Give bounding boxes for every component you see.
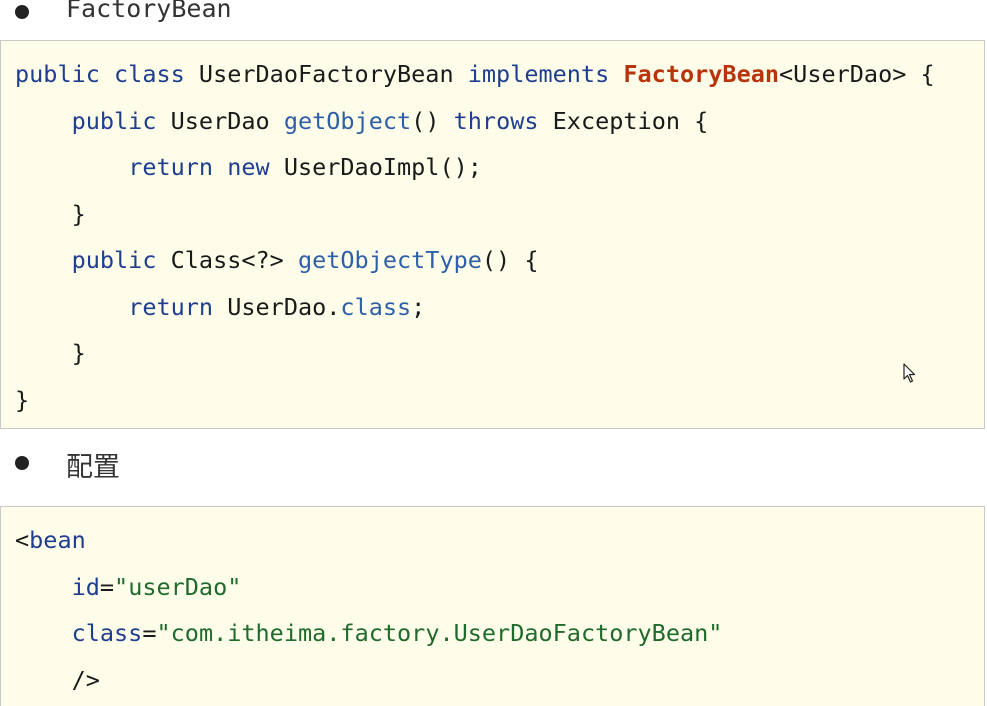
code-line: } (15, 338, 86, 368)
code-token: UserDaoImpl(); (269, 153, 482, 181)
code-line: } (15, 385, 29, 415)
code-token: = (142, 619, 157, 647)
code-token: return (128, 292, 214, 321)
code-token: getObject (283, 106, 412, 135)
code-token: /> (15, 665, 100, 694)
code-token: < (15, 526, 30, 554)
code-token: bean (29, 526, 86, 554)
code-line: id="userDao" (15, 572, 242, 602)
bullet-dot-icon (15, 456, 29, 470)
section-heading: 配置 (66, 452, 120, 483)
code-line: <bean (15, 525, 86, 555)
code-line: /> (15, 665, 100, 695)
code-token: throws (453, 106, 539, 135)
code-token: FactoryBean (623, 60, 780, 88)
code-token: return new (128, 153, 270, 181)
code-token: UserDao (156, 106, 284, 135)
code-token: <UserDao> { (779, 60, 935, 88)
section-heading: FactoryBean (66, 0, 232, 23)
code-line: return UserDao.class; (15, 292, 425, 322)
code-line: return new UserDaoImpl(); (15, 152, 482, 182)
code-line: } (15, 199, 86, 229)
bullet-item-factorybean: FactoryBean (0, 0, 987, 40)
code-token: () { (481, 246, 539, 274)
code-token: id (71, 572, 100, 601)
code-line: public class UserDaoFactoryBean implemen… (15, 59, 935, 89)
code-line: public Class<?> getObjectType() { (15, 245, 539, 275)
code-token: UserDao. (213, 292, 341, 321)
code-token: getObjectType (297, 246, 482, 274)
code-token: } (15, 199, 86, 228)
code-token: } (15, 385, 30, 414)
code-token: class (71, 619, 143, 647)
code-block-java: public class UserDaoFactoryBean implemen… (0, 40, 985, 429)
code-token: ; (411, 292, 426, 321)
code-token: public class (15, 60, 185, 88)
code-token: () (411, 106, 454, 135)
code-token: Class<?> (156, 246, 298, 274)
code-token: public (71, 246, 157, 274)
code-token: Exception { (538, 106, 709, 135)
code-token: public (71, 106, 157, 135)
code-line: public UserDao getObject() throws Except… (15, 106, 709, 136)
mouse-pointer-icon (903, 363, 916, 383)
code-token: = (99, 572, 115, 601)
code-token: "userDao" (114, 572, 242, 601)
code-token: UserDaoFactoryBean (184, 60, 468, 88)
code-token: implements (467, 60, 610, 88)
bullet-dot-icon (15, 5, 29, 19)
code-token: "com.itheima.factory.UserDaoFactoryBean" (156, 619, 723, 647)
code-token: } (15, 339, 86, 367)
code-block-xml: <bean id="userDao" class="com.itheima.fa… (0, 506, 985, 706)
code-line: class="com.itheima.factory.UserDaoFactor… (15, 618, 723, 648)
bullet-item-config: 配置 (0, 443, 987, 483)
code-token: class (340, 292, 412, 321)
